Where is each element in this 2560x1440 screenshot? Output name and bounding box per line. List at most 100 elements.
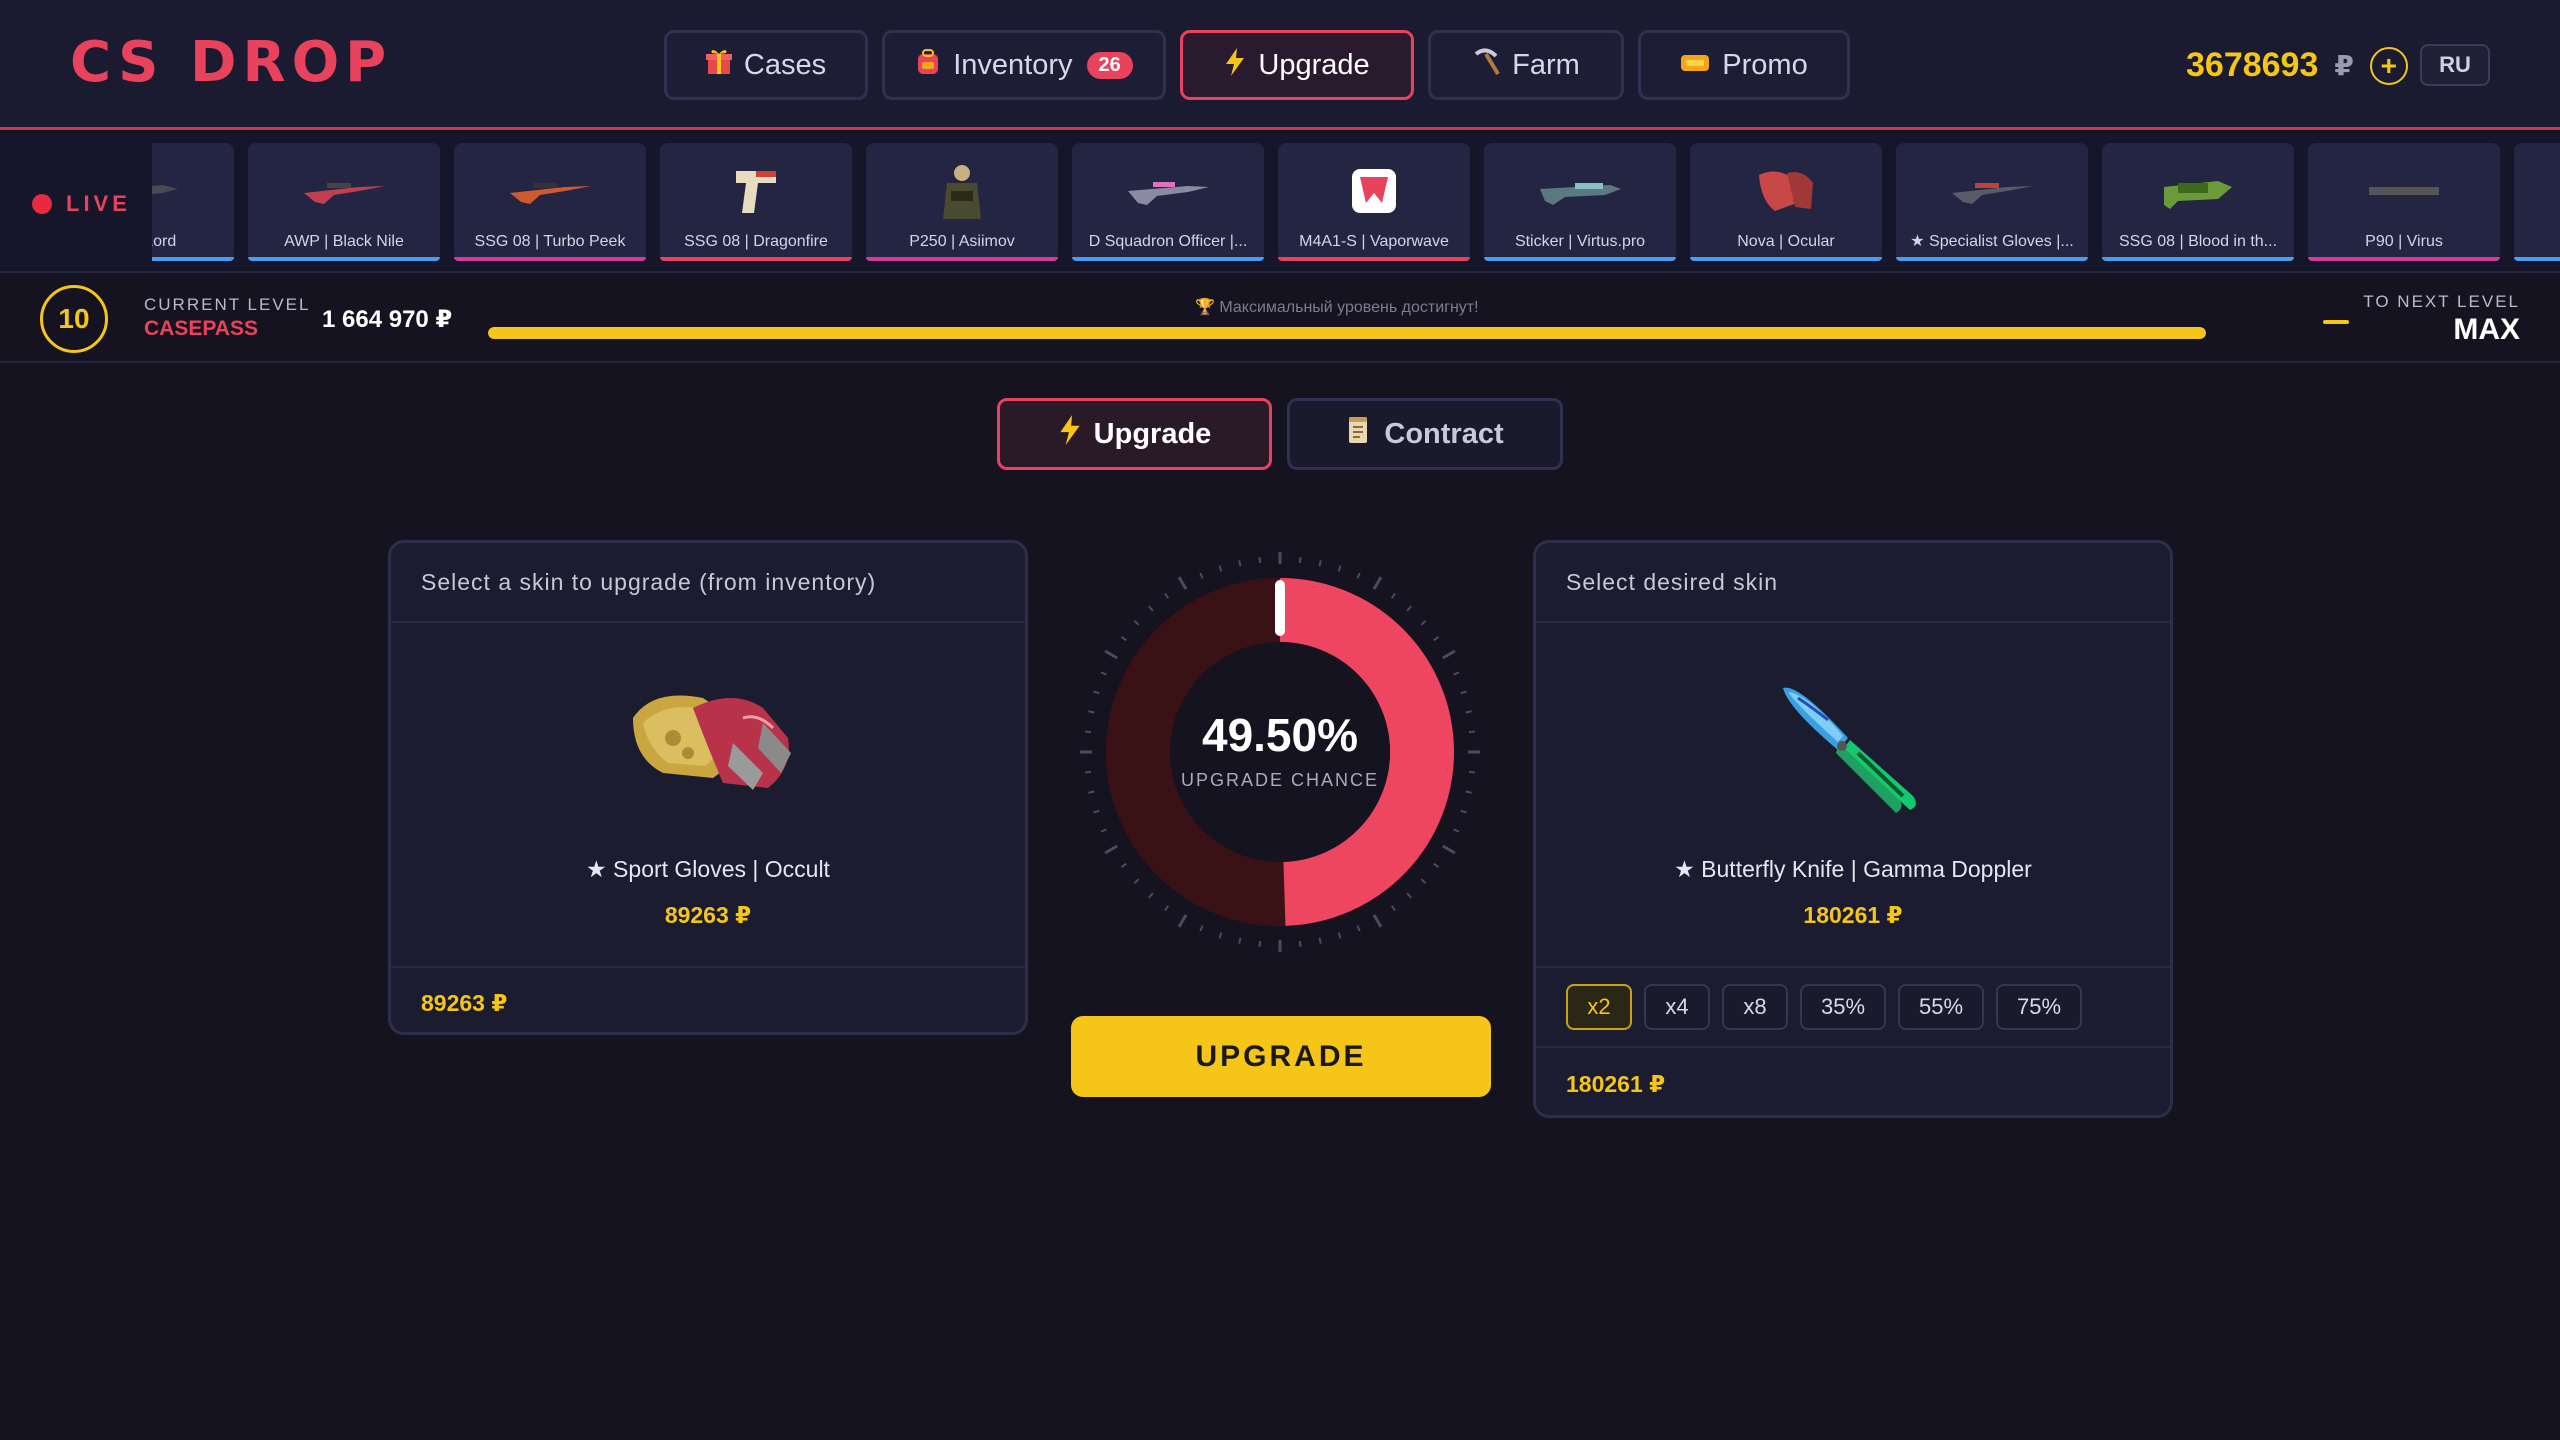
- live-drop-name: D Squadron Officer |...: [1088, 233, 1248, 250]
- gauge-tick: [1442, 649, 1456, 660]
- live-drop-name: Nova | Ocular: [1737, 233, 1835, 250]
- gauge-tick: [1104, 649, 1118, 660]
- live-drop-name: SSG 08 | Dragonfire: [684, 233, 828, 250]
- nav-upgrade-button[interactable]: Upgrade: [1180, 30, 1414, 100]
- multiplier-x2-button[interactable]: x2: [1566, 984, 1632, 1030]
- sport-gloves-image[interactable]: [613, 678, 803, 803]
- nav-cases-label: Cases: [743, 48, 827, 81]
- rarity-bar: [1896, 257, 2088, 261]
- rarity-bar: [248, 257, 440, 261]
- live-drop-card[interactable]: Sticker | Virtus.pro: [1484, 143, 1676, 261]
- inventory-count-badge: 26: [1086, 51, 1133, 79]
- chance-55-button[interactable]: 55%: [1898, 984, 1984, 1030]
- nav-inventory-button[interactable]: Inventory 26: [882, 30, 1166, 100]
- rarity-bar: [454, 257, 646, 261]
- live-drop-card[interactable]: ★ Specialist Gloves |...: [1896, 143, 2088, 261]
- gauge-tick: [1420, 620, 1427, 626]
- skin-thumbnail-icon: [1535, 161, 1625, 221]
- target-skin-price: 180261 ₽: [1803, 902, 1903, 928]
- multiplier-x4-button[interactable]: x4: [1644, 984, 1710, 1030]
- gauge-tick: [1318, 937, 1322, 944]
- live-drop-name: SSG 08 | Turbo Peek: [474, 233, 626, 250]
- gauge-tick: [1258, 556, 1262, 564]
- live-drop-card[interactable]: AWP | Black Nile: [248, 143, 440, 261]
- gauge-readout: 49.50% UPGRADE CHANCE: [1080, 708, 1480, 791]
- tab-upgrade[interactable]: Upgrade: [997, 398, 1272, 470]
- live-drop-card[interactable]: SSG 08 | Blood in th...: [2102, 143, 2294, 261]
- live-drop-card[interactable]: M4A1-S | Vaporwave: [1278, 143, 1470, 261]
- chance-75-button[interactable]: 75%: [1996, 984, 2082, 1030]
- live-drop-card[interactable]: D Squadron Officer |...: [1072, 143, 1264, 261]
- live-drops-window: Witch Lord AWP | Black Nile SSG 08 | Turbo…: [152, 143, 2560, 265]
- live-drop-name: P250 | Asiimov: [909, 233, 1015, 250]
- gauge-tick: [1177, 914, 1188, 928]
- nav-upgrade-label: Upgrade: [1258, 48, 1370, 81]
- rarity-bar: [1690, 257, 1882, 261]
- scroll-icon: [1346, 415, 1372, 453]
- upgrade-chance-label: UPGRADE CHANCE: [1180, 770, 1380, 790]
- live-drop-name: Witch Lord: [152, 233, 177, 250]
- rarity-bar: [2514, 257, 2560, 261]
- language-switch-button[interactable]: RU: [2420, 44, 2490, 86]
- gauge-tick: [1406, 892, 1412, 899]
- target-skin-panel[interactable]: Select desired skin ★ Butterfly Knife | …: [1533, 540, 2173, 1118]
- skin-thumbnail-icon: [937, 161, 987, 221]
- add-funds-button[interactable]: +: [2369, 46, 2408, 85]
- live-drop-card[interactable]: SSG 08 | Dragonfire: [660, 143, 852, 261]
- live-drop-card[interactable]: [2514, 143, 2560, 261]
- live-drop-card[interactable]: SSG 08 | Turbo Peek: [454, 143, 646, 261]
- live-drop-card[interactable]: P250 | Asiimov: [866, 143, 1058, 261]
- gauge-tick: [1238, 560, 1242, 567]
- gauge-tick: [1088, 790, 1095, 794]
- gauge-tick: [1148, 605, 1154, 612]
- casepass-points: 1 664 970 ₽: [322, 306, 453, 333]
- target-total: 180261 ₽: [1536, 1046, 2170, 1115]
- next-level-label: TO NEXT LEVEL: [2363, 292, 2520, 311]
- skin-thumbnail-icon: [1751, 161, 1821, 221]
- live-drop-name: Sticker | Virtus.pro: [1514, 233, 1646, 250]
- nav-farm-button[interactable]: Farm: [1428, 30, 1624, 100]
- upgrade-button[interactable]: UPGRADE: [1071, 1016, 1491, 1097]
- source-total: 89263 ₽: [391, 966, 1025, 1032]
- nav-promo-label: Promo: [1722, 48, 1808, 81]
- gauge-tick: [1100, 671, 1107, 676]
- gauge-tick: [1199, 925, 1204, 932]
- casepass-name[interactable]: CASEPASS: [144, 317, 258, 341]
- dash-icon: [2323, 320, 2349, 324]
- gauge-tick: [1460, 690, 1467, 695]
- live-label: LIVE: [66, 191, 131, 216]
- gauge-tick: [1453, 828, 1460, 833]
- live-drop-card[interactable]: Nova | Ocular: [1690, 143, 1882, 261]
- butterfly-knife-image[interactable]: [1768, 678, 1938, 823]
- gauge-tick: [1420, 878, 1427, 884]
- level-badge: 10: [40, 285, 108, 353]
- live-drops-strip: LIVE Witch Lord AWP | Black Nile SSG 08 | …: [0, 133, 2560, 273]
- nav-promo-button[interactable]: Promo: [1638, 30, 1850, 100]
- gauge-tick: [1442, 844, 1456, 855]
- rarity-bar: [1278, 257, 1470, 261]
- rarity-bar: [1072, 257, 1264, 261]
- live-dot-icon: [32, 194, 52, 214]
- gauge-tick: [1356, 925, 1361, 932]
- live-drop-name: AWP | Black Nile: [284, 233, 404, 250]
- multiplier-selector: x2 x4 x8 35% 55% 75%: [1536, 966, 2170, 1046]
- target-panel-title: Select desired skin: [1536, 543, 2170, 623]
- casepass-progress-bar: [488, 327, 2206, 339]
- upgrade-chance-value: 49.50%: [1201, 709, 1358, 761]
- gauge-tick: [1120, 862, 1127, 869]
- live-drop-card[interactable]: P90 | Virus: [2308, 143, 2500, 261]
- skin-thumbnail-icon: [152, 161, 183, 221]
- site-logo[interactable]: CS DROP: [70, 30, 392, 95]
- live-drop-name: SSG 08 | Blood in th...: [2118, 233, 2278, 250]
- multiplier-x8-button[interactable]: x8: [1722, 984, 1788, 1030]
- live-drop-card[interactable]: Witch Lord: [152, 143, 234, 261]
- source-skin-panel[interactable]: Select a skin to upgrade (from inventory…: [388, 540, 1028, 1035]
- nav-cases-button[interactable]: Cases: [664, 30, 868, 100]
- tab-contract[interactable]: Contract: [1287, 398, 1563, 470]
- skin-thumbnail-icon: [2359, 161, 2449, 221]
- gauge-pointer: [1275, 580, 1285, 636]
- gauge-tick: [1356, 572, 1361, 579]
- chance-35-button[interactable]: 35%: [1800, 984, 1886, 1030]
- skin-thumbnail-icon: [2158, 161, 2238, 221]
- rarity-bar: [2102, 257, 2294, 261]
